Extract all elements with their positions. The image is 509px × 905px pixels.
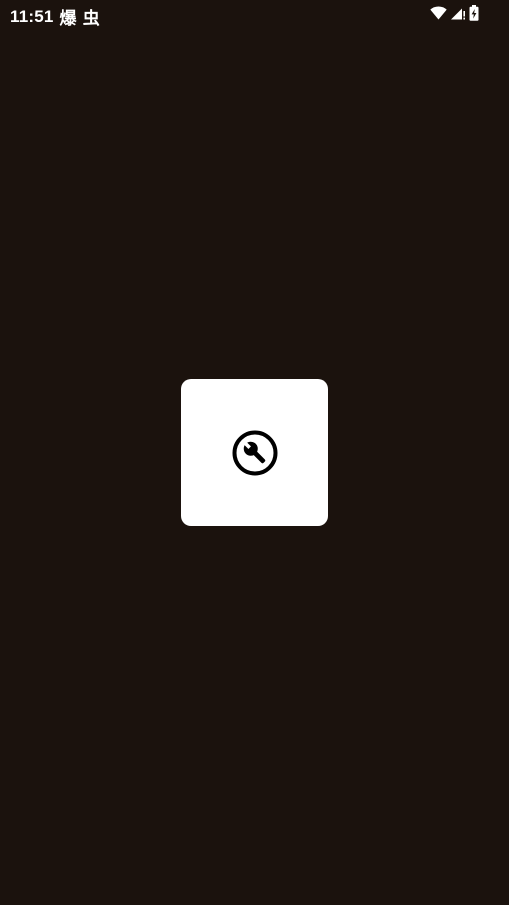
app-icon-card[interactable] [181,379,328,526]
status-bar: 11:51 爆 虫 [0,0,509,28]
status-right [430,5,479,21]
status-time: 11:51 [10,6,54,26]
cell-signal-icon [450,6,466,20]
wrench-circle-icon [231,429,279,477]
notification-icon-2: 虫 [82,9,100,28]
screen: 11:51 爆 虫 [0,0,509,905]
notification-icon-1: 爆 [59,9,77,28]
battery-charging-icon [469,5,479,21]
wifi-icon [430,6,447,20]
status-left: 11:51 爆 虫 [10,4,100,29]
